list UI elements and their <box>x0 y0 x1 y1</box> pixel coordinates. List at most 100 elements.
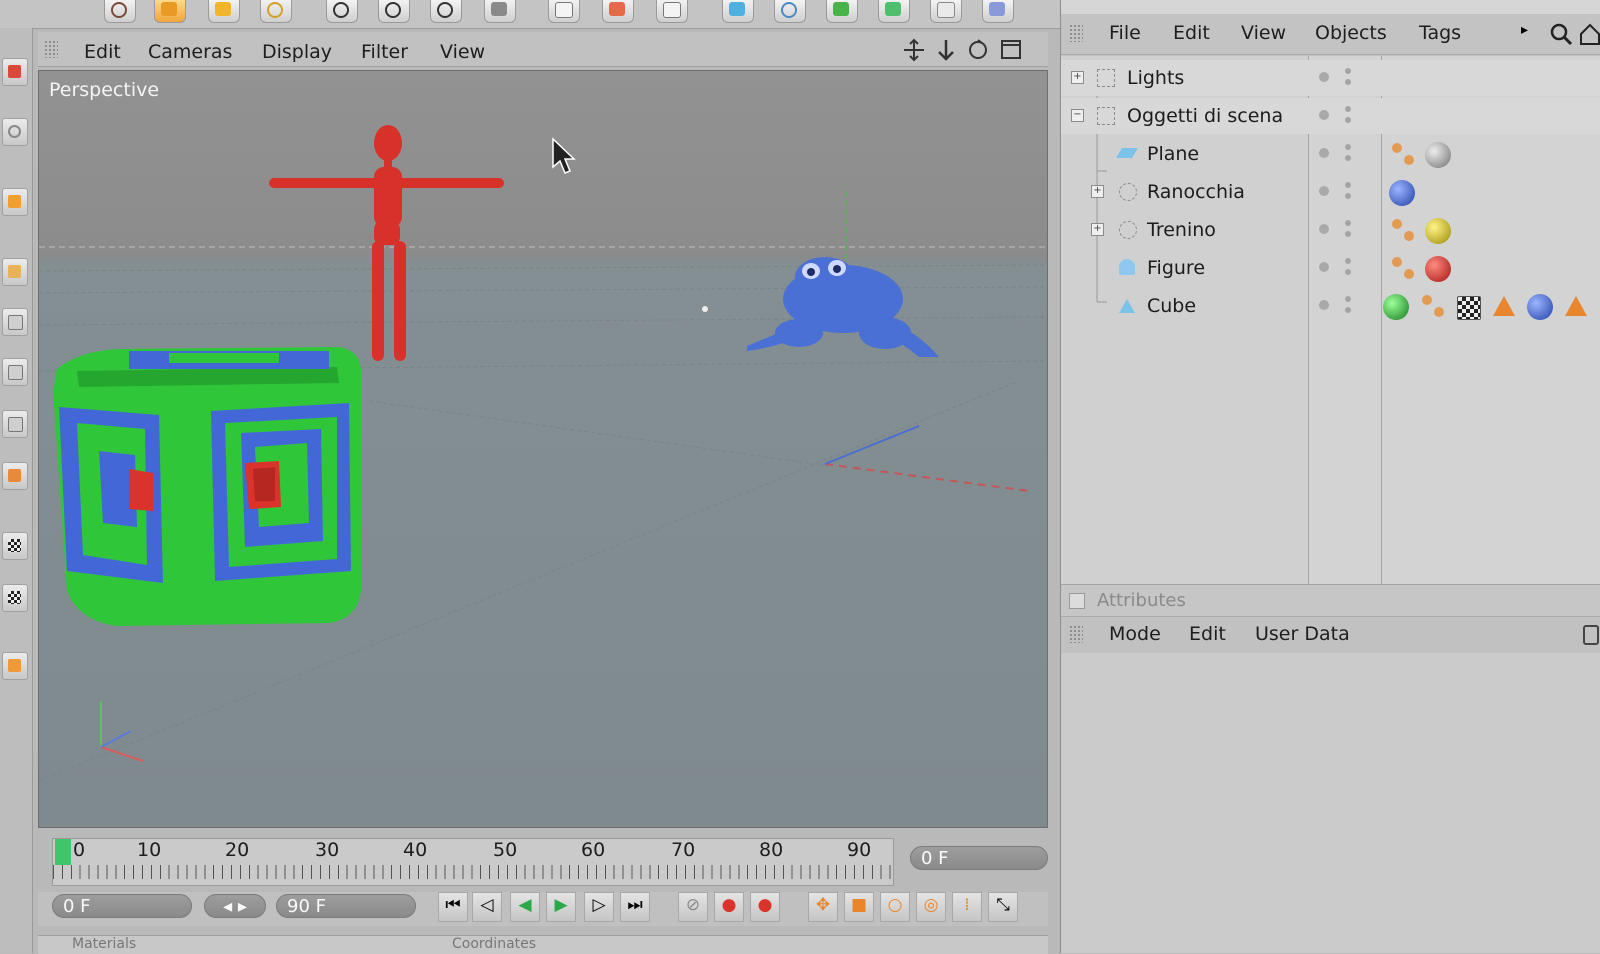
ranocchia-object[interactable] <box>747 257 939 357</box>
polygons-mode-icon[interactable] <box>2 410 28 438</box>
live-selection-tool[interactable] <box>104 0 136 23</box>
expand-toggle[interactable]: + <box>1071 71 1084 84</box>
scene-environment-icon[interactable] <box>982 0 1014 23</box>
xpresso-tag-icon[interactable] <box>1391 142 1417 168</box>
manager-tab-strip[interactable] <box>1061 0 1600 14</box>
coordinate-system-icon[interactable] <box>484 0 516 23</box>
attributes-checkbox[interactable] <box>1069 593 1085 609</box>
previous-frame-button[interactable]: ◁ <box>472 892 502 922</box>
key-parameter-button[interactable]: ◎ <box>916 892 946 922</box>
editor-visibility-dot[interactable] <box>1319 72 1329 82</box>
expand-toggle[interactable]: + <box>1091 223 1104 236</box>
object-name[interactable]: Oggetti di scena <box>1127 105 1283 127</box>
render-settings-icon[interactable] <box>656 0 688 23</box>
light-object-marker[interactable] <box>702 306 708 312</box>
autokeying-button[interactable]: ● <box>750 892 780 922</box>
figure-object[interactable] <box>269 125 504 361</box>
timeline-playhead[interactable] <box>55 839 71 865</box>
attr-menu-mode[interactable]: Mode <box>1109 623 1161 645</box>
panel-grip[interactable] <box>44 40 58 58</box>
object-row-ranocchia[interactable]: + Ranocchia <box>1061 174 1600 210</box>
editor-visibility-dot[interactable] <box>1319 110 1329 120</box>
attr-menu-edit[interactable]: Edit <box>1189 623 1226 645</box>
make-editable-icon[interactable] <box>2 58 28 86</box>
om-menu-edit[interactable]: Edit <box>1173 22 1210 44</box>
render-visibility-dots[interactable] <box>1345 220 1351 226</box>
coordinates-tab[interactable]: Coordinates <box>452 936 536 952</box>
om-menu-tags[interactable]: Tags <box>1419 22 1461 44</box>
current-frame-field[interactable]: 0 F <box>910 846 1048 870</box>
y-axis-lock-icon[interactable] <box>378 0 410 23</box>
material-tag-red[interactable] <box>1425 256 1451 282</box>
timeline-ruler[interactable]: 0 10 20 30 40 50 60 70 80 90 <box>52 838 894 886</box>
orbit-icon[interactable] <box>969 39 987 59</box>
editor-visibility-dot[interactable] <box>1319 262 1329 272</box>
spline-pen-icon[interactable] <box>774 0 806 23</box>
material-tag-yellow[interactable] <box>1425 218 1451 244</box>
render-visibility-dots[interactable] <box>1345 258 1351 264</box>
object-name[interactable]: Ranocchia <box>1147 181 1245 203</box>
lock-icon[interactable] <box>1583 625 1599 645</box>
key-point-level-button[interactable]: ⁞ <box>952 892 982 922</box>
key-position-button[interactable]: ✥ <box>808 892 838 922</box>
cube-object[interactable] <box>53 347 361 626</box>
deformer-icon[interactable] <box>930 0 962 23</box>
material-tag-green[interactable] <box>1383 294 1409 320</box>
texture-mode-icon[interactable] <box>2 258 28 286</box>
key-rotation-button[interactable]: ○ <box>880 892 910 922</box>
material-tag-blue[interactable] <box>1527 294 1553 320</box>
viewport-menu-cameras[interactable]: Cameras <box>148 41 232 63</box>
editor-visibility-dot[interactable] <box>1319 186 1329 196</box>
phong-tag-icon[interactable] <box>1565 296 1587 316</box>
object-mode-icon[interactable] <box>2 188 28 216</box>
editor-visibility-dot[interactable] <box>1319 300 1329 310</box>
om-menu-file[interactable]: File <box>1109 22 1141 44</box>
object-name[interactable]: Lights <box>1127 67 1184 89</box>
xpresso-tag-icon[interactable] <box>1391 218 1417 244</box>
next-frame-button[interactable]: ▷ <box>584 892 614 922</box>
rotate-tool[interactable] <box>260 0 292 23</box>
perspective-viewport[interactable]: Perspective <box>38 70 1048 828</box>
z-axis-lock-icon[interactable] <box>430 0 462 23</box>
object-row-figure[interactable]: Figure <box>1061 250 1600 286</box>
editor-visibility-dot[interactable] <box>1319 224 1329 234</box>
range-slider[interactable]: ◂ ▸ <box>204 894 266 918</box>
om-menu-objects[interactable]: Objects <box>1315 22 1387 44</box>
collapse-toggle[interactable]: − <box>1071 109 1084 122</box>
pan-icon[interactable] <box>904 38 924 62</box>
play-backwards-button[interactable]: ◀ <box>510 892 540 922</box>
array-icon[interactable] <box>878 0 910 23</box>
viewport-menu-edit[interactable]: Edit <box>84 41 121 63</box>
om-menu-view[interactable]: View <box>1241 22 1286 44</box>
xpresso-tag-icon[interactable] <box>1391 256 1417 282</box>
key-scale-button[interactable]: ■ <box>844 892 874 922</box>
phong-tag-icon[interactable] <box>1493 296 1515 316</box>
go-to-start-button[interactable]: ⏮ <box>438 892 468 922</box>
object-row-lights[interactable]: + Lights <box>1061 60 1600 96</box>
workplane-icon[interactable] <box>2 652 28 680</box>
render-visibility-dots[interactable] <box>1345 106 1351 112</box>
render-visibility-dots[interactable] <box>1345 68 1351 74</box>
viewport-menu-filter[interactable]: Filter <box>361 41 408 63</box>
move-tool[interactable] <box>154 0 186 23</box>
attr-menu-user-data[interactable]: User Data <box>1255 623 1350 645</box>
go-to-end-button[interactable]: ⏭ <box>620 892 650 922</box>
play-forwards-button[interactable]: ▶ <box>546 892 576 922</box>
panel-grip[interactable] <box>1069 625 1083 643</box>
editor-visibility-dot[interactable] <box>1319 148 1329 158</box>
zoom-icon[interactable] <box>938 40 954 61</box>
expand-toggle[interactable]: + <box>1091 185 1104 198</box>
object-row-trenino[interactable]: + Trenino <box>1061 212 1600 248</box>
points-mode-icon[interactable] <box>2 308 28 336</box>
x-axis-lock-icon[interactable] <box>326 0 358 23</box>
object-row-oggetti-di-scena[interactable]: − Oggetti di scena <box>1061 98 1600 134</box>
material-tag-blue[interactable] <box>1389 180 1415 206</box>
panel-grip[interactable] <box>1069 24 1083 42</box>
home-icon[interactable] <box>1579 22 1600 46</box>
object-name[interactable]: Plane <box>1147 143 1199 165</box>
texture-tag-icon[interactable] <box>1457 296 1481 320</box>
model-mode-icon[interactable] <box>2 118 28 146</box>
scale-tool[interactable] <box>208 0 240 23</box>
more-menu-icon[interactable]: ▸ <box>1521 22 1528 38</box>
object-name[interactable]: Cube <box>1147 295 1196 317</box>
